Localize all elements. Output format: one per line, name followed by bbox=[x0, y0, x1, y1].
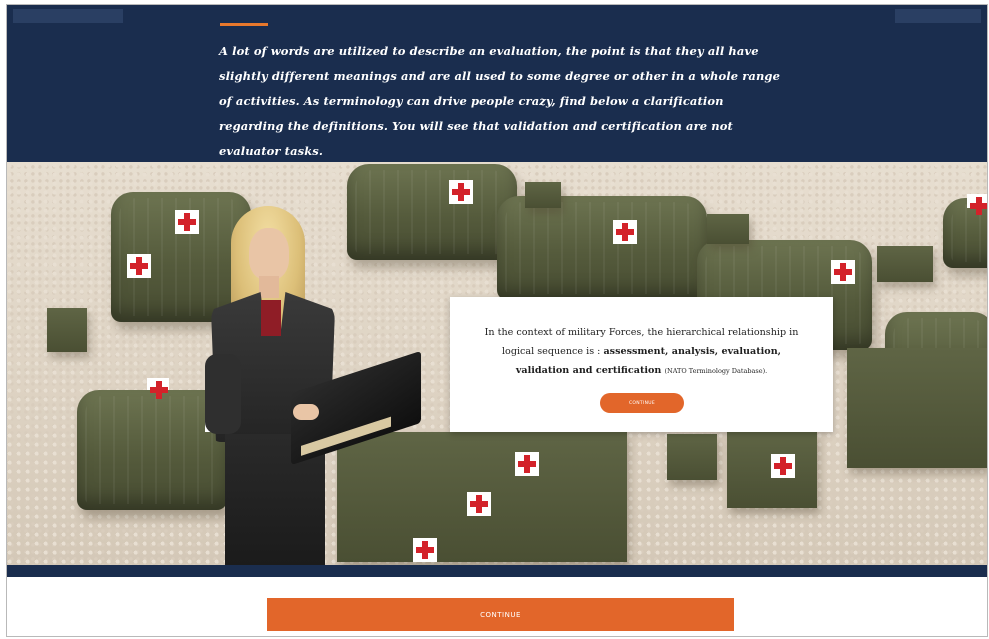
presenter-neck bbox=[259, 276, 279, 298]
crate bbox=[525, 182, 561, 208]
presenter-hand bbox=[293, 404, 319, 420]
crate bbox=[47, 308, 87, 352]
red-cross-icon bbox=[515, 452, 539, 476]
footer-bar bbox=[7, 565, 987, 577]
header-banner: A lot of words are utilized to describe … bbox=[7, 5, 987, 162]
header-tab-right bbox=[895, 9, 981, 23]
dialog-text-source: (NATO Terminology Database). bbox=[664, 367, 768, 375]
red-cross-icon bbox=[831, 260, 855, 284]
crate bbox=[877, 246, 933, 282]
intro-text: A lot of words are utilized to describe … bbox=[219, 44, 780, 158]
continue-button[interactable]: CONTINUE bbox=[267, 598, 734, 631]
presenter-face bbox=[249, 228, 289, 280]
content-frame: A lot of words are utilized to describe … bbox=[6, 4, 988, 637]
red-cross-icon bbox=[967, 194, 987, 215]
red-cross-icon bbox=[175, 210, 199, 234]
crate bbox=[667, 434, 717, 480]
dialog-continue-button[interactable]: CONTINUE bbox=[600, 393, 684, 413]
crate bbox=[707, 214, 749, 244]
presenter-arm bbox=[205, 354, 241, 434]
dialog-text: In the context of military Forces, the h… bbox=[482, 323, 802, 381]
presenter-figure bbox=[203, 204, 443, 565]
crate bbox=[847, 348, 987, 468]
tent bbox=[497, 196, 707, 300]
red-cross-icon bbox=[127, 254, 151, 278]
red-cross-icon bbox=[467, 492, 491, 516]
red-cross-icon bbox=[449, 180, 473, 204]
accent-rule bbox=[220, 23, 268, 26]
info-dialog: In the context of military Forces, the h… bbox=[450, 297, 833, 432]
header-tab-left bbox=[13, 9, 123, 23]
red-cross-icon bbox=[147, 378, 169, 399]
red-cross-icon bbox=[771, 454, 795, 478]
red-cross-icon bbox=[613, 220, 637, 244]
presenter-blouse bbox=[261, 300, 281, 336]
